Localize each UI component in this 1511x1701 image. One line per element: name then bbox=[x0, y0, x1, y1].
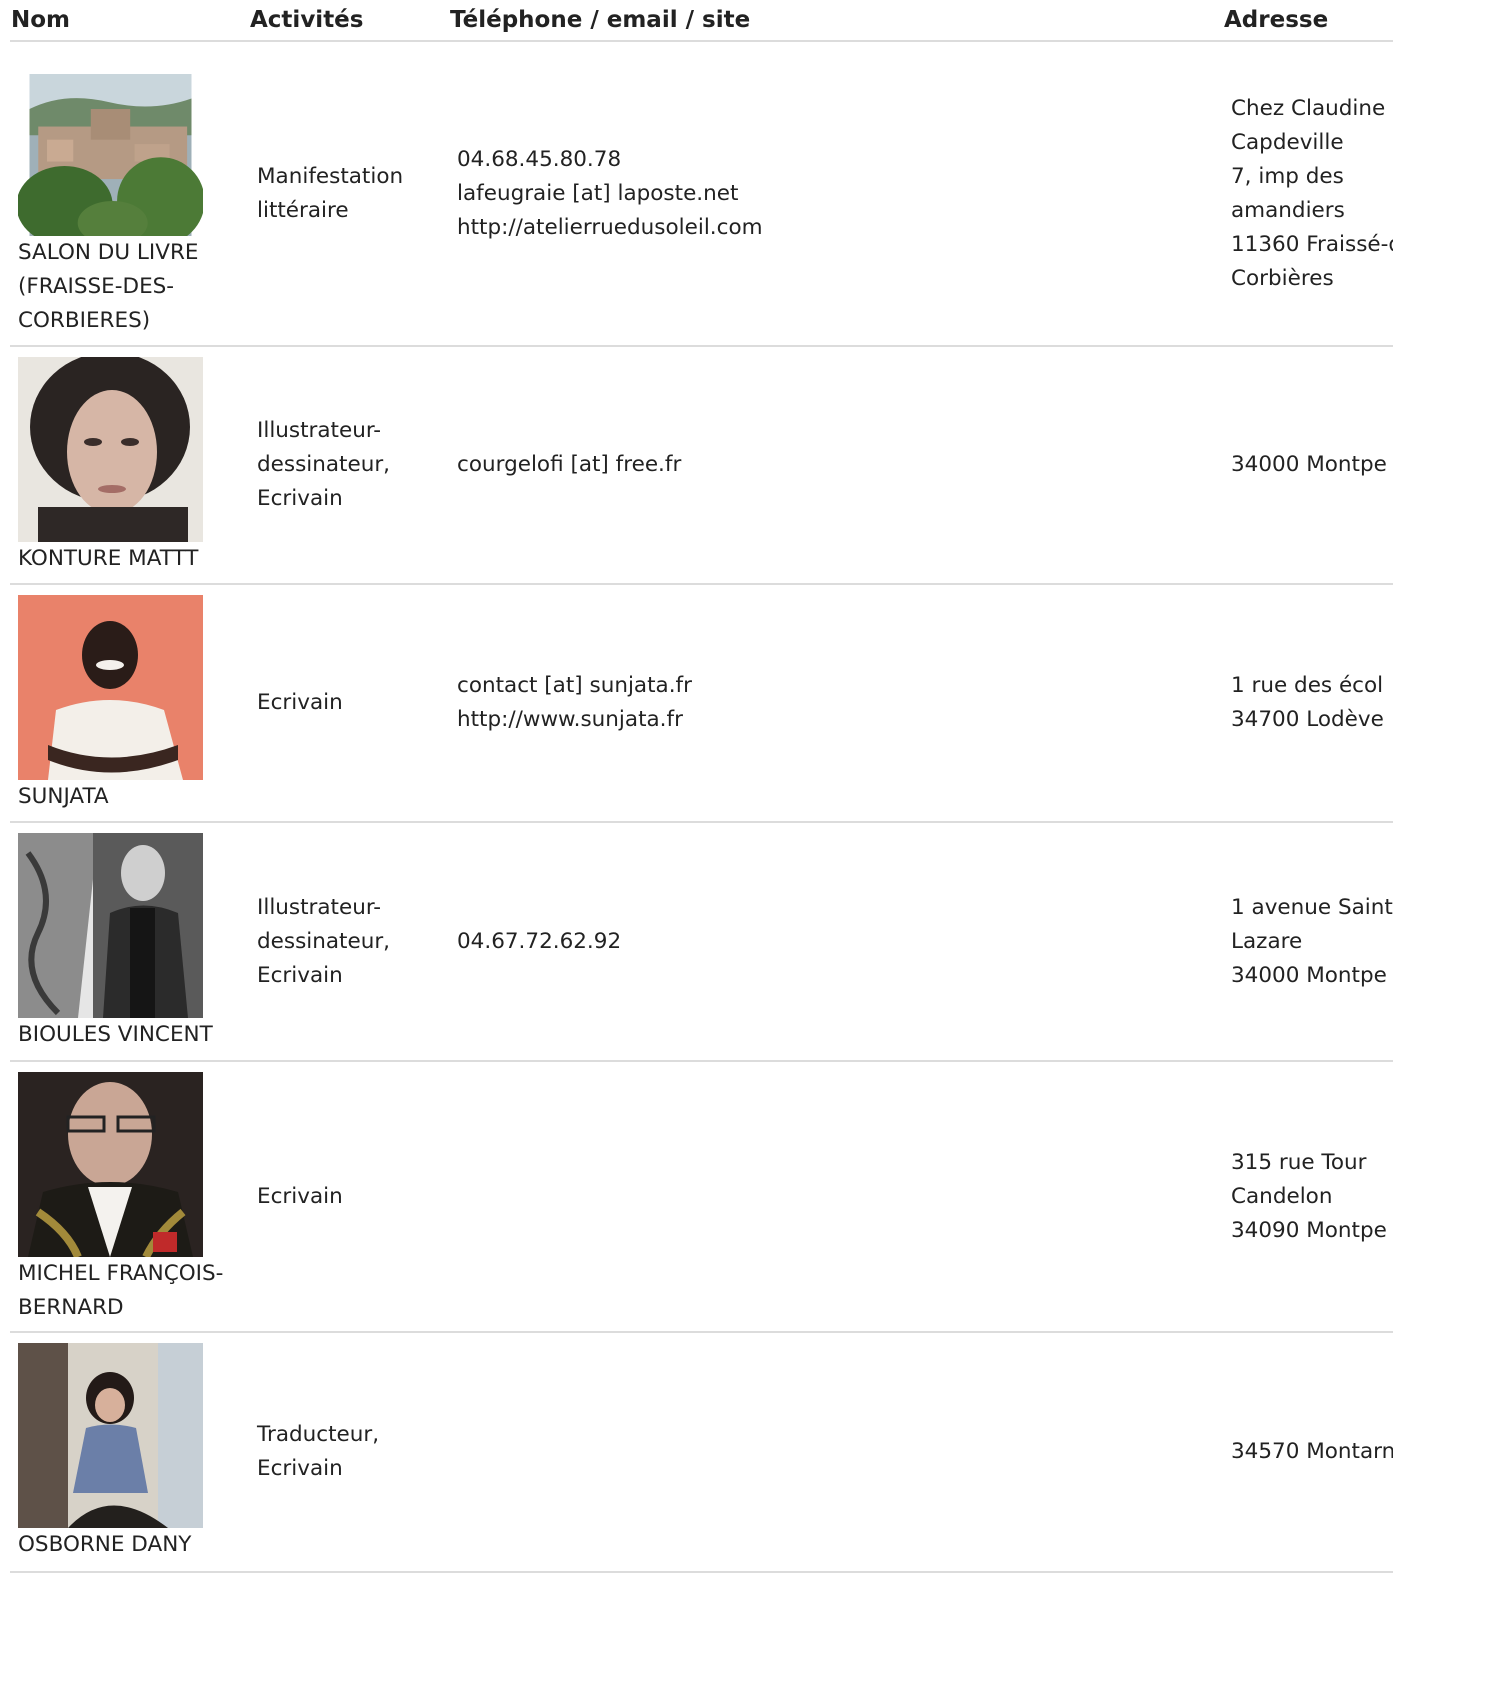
directory-viewport[interactable]: Nom Activités Téléphone / email / site A… bbox=[0, 0, 1393, 1701]
cell-activities: Manifestation littéraire bbox=[249, 41, 449, 347]
cell-name: SALON DU LIVRE (FRAISSE-DES-CORBIERES) bbox=[10, 41, 249, 347]
portrait-photo[interactable] bbox=[18, 833, 203, 1018]
cell-activities: Ecrivain bbox=[249, 1061, 449, 1333]
cell-name: BIOULES VINCENT bbox=[10, 822, 249, 1062]
email-link[interactable]: lafeugraie [at] laposte.net bbox=[457, 177, 1215, 211]
table-row: OSBORNE DANY Traducteur, Ecrivain 34570 Mo… bbox=[10, 1332, 1393, 1573]
cell-address: 1 rue des écol 34700 Lodève bbox=[1223, 584, 1393, 823]
cell-contact: 04.67.72.62.92 bbox=[449, 822, 1223, 1062]
cell-name: KONTURE MATTT bbox=[10, 346, 249, 585]
cell-address: 34570 Montarnaud bbox=[1223, 1332, 1393, 1573]
cell-name: MICHEL FRANÇOIS-BERNARD bbox=[10, 1061, 249, 1333]
cell-activities: Illustrateur-dessinateur, Ecrivain bbox=[249, 822, 449, 1062]
entry-name-link[interactable]: SUNJATA bbox=[18, 780, 241, 816]
entry-name-link[interactable]: SALON DU LIVRE (FRAISSE-DES-CORBIERES) bbox=[18, 236, 241, 340]
website-link[interactable]: http://www.sunjata.fr bbox=[457, 703, 1215, 737]
table-row: BIOULES VINCENT Illustrateur-dessinateur,… bbox=[10, 822, 1393, 1062]
cell-activities: Ecrivain bbox=[249, 584, 449, 823]
cell-contact bbox=[449, 1332, 1223, 1573]
table-row: MICHEL FRANÇOIS-BERNARD Ecrivain 315 rue T… bbox=[10, 1061, 1393, 1333]
portrait-photo[interactable] bbox=[18, 357, 203, 542]
address-line: 7, imp des amandiers bbox=[1231, 163, 1345, 223]
phone-number: 04.68.45.80.78 bbox=[457, 146, 622, 172]
cell-contact: contact [at] sunjata.fr http://www.sunjat… bbox=[449, 584, 1223, 823]
portrait-photo[interactable] bbox=[18, 1072, 203, 1257]
cell-address: 315 rue Tour Candelon 34090 Montpe bbox=[1223, 1061, 1393, 1333]
address-line: 34000 Montpe bbox=[1231, 962, 1387, 988]
address-line: 1 rue des écol bbox=[1231, 673, 1384, 698]
cell-contact: 04.68.45.80.78 lafeugraie [at] laposte.ne… bbox=[449, 41, 1223, 347]
cell-contact bbox=[449, 1061, 1223, 1333]
table-row: SUNJATA Ecrivain contact [at] sunjata.fr ht… bbox=[10, 584, 1393, 823]
cell-address: 1 avenue Saint Lazare 34000 Montpe bbox=[1223, 822, 1393, 1062]
address-line: 34570 Montarnaud bbox=[1231, 1439, 1393, 1464]
header-name[interactable]: Nom bbox=[10, 0, 249, 42]
table-row: SALON DU LIVRE (FRAISSE-DES-CORBIERES) Ma… bbox=[10, 41, 1393, 347]
header-activities[interactable]: Activités bbox=[249, 0, 449, 42]
header-contact[interactable]: Téléphone / email / site bbox=[449, 0, 1223, 42]
header-address[interactable]: Adresse bbox=[1223, 0, 1393, 42]
address-line: Chez Claudine Capdeville bbox=[1231, 95, 1386, 155]
email-link[interactable]: contact [at] sunjata.fr bbox=[457, 669, 1215, 703]
cell-activities: Illustrateur-dessinateur, Ecrivain bbox=[249, 346, 449, 585]
cell-contact: courgelofi [at] free.fr bbox=[449, 346, 1223, 585]
portrait-photo[interactable] bbox=[18, 595, 203, 780]
cell-address: 34000 Montpe bbox=[1223, 346, 1393, 585]
address-line: 315 rue Tour Candelon bbox=[1231, 1149, 1367, 1209]
address-line: 11360 Fraissé-des-Corbières bbox=[1231, 231, 1393, 291]
entry-name-link[interactable]: MICHEL FRANÇOIS-BERNARD bbox=[18, 1257, 241, 1327]
website-link[interactable]: http://atelierruedusoleil.com bbox=[457, 211, 1215, 245]
email-link[interactable]: courgelofi [at] free.fr bbox=[457, 448, 1215, 482]
entry-name-link[interactable]: KONTURE MATTT bbox=[18, 542, 241, 578]
table-body: SALON DU LIVRE (FRAISSE-DES-CORBIERES) Ma… bbox=[10, 41, 1393, 1573]
address-line: 1 avenue Saint Lazare bbox=[1231, 894, 1393, 954]
portrait-photo[interactable] bbox=[18, 1343, 203, 1528]
directory-table: Nom Activités Téléphone / email / site A… bbox=[10, 0, 1393, 1573]
cell-activities: Traducteur, Ecrivain bbox=[249, 1332, 449, 1573]
village-landscape-photo[interactable] bbox=[18, 74, 203, 236]
address-line: 34700 Lodève bbox=[1231, 707, 1384, 732]
cell-address: Chez Claudine Capdeville 7, imp des amand… bbox=[1223, 41, 1393, 347]
table-header: Nom Activités Téléphone / email / site A… bbox=[10, 0, 1393, 42]
header-row: Nom Activités Téléphone / email / site A… bbox=[10, 0, 1393, 42]
phone-number: 04.67.72.62.92 bbox=[457, 928, 622, 954]
entry-name-link[interactable]: OSBORNE DANY bbox=[18, 1528, 241, 1564]
address-line: 34090 Montpe bbox=[1231, 1217, 1387, 1243]
cell-name: SUNJATA bbox=[10, 584, 249, 823]
cell-name: OSBORNE DANY bbox=[10, 1332, 249, 1573]
address-line: 34000 Montpe bbox=[1231, 452, 1387, 477]
entry-name-link[interactable]: BIOULES VINCENT bbox=[18, 1018, 241, 1054]
table-row: KONTURE MATTT Illustrateur-dessinateur, E… bbox=[10, 346, 1393, 585]
